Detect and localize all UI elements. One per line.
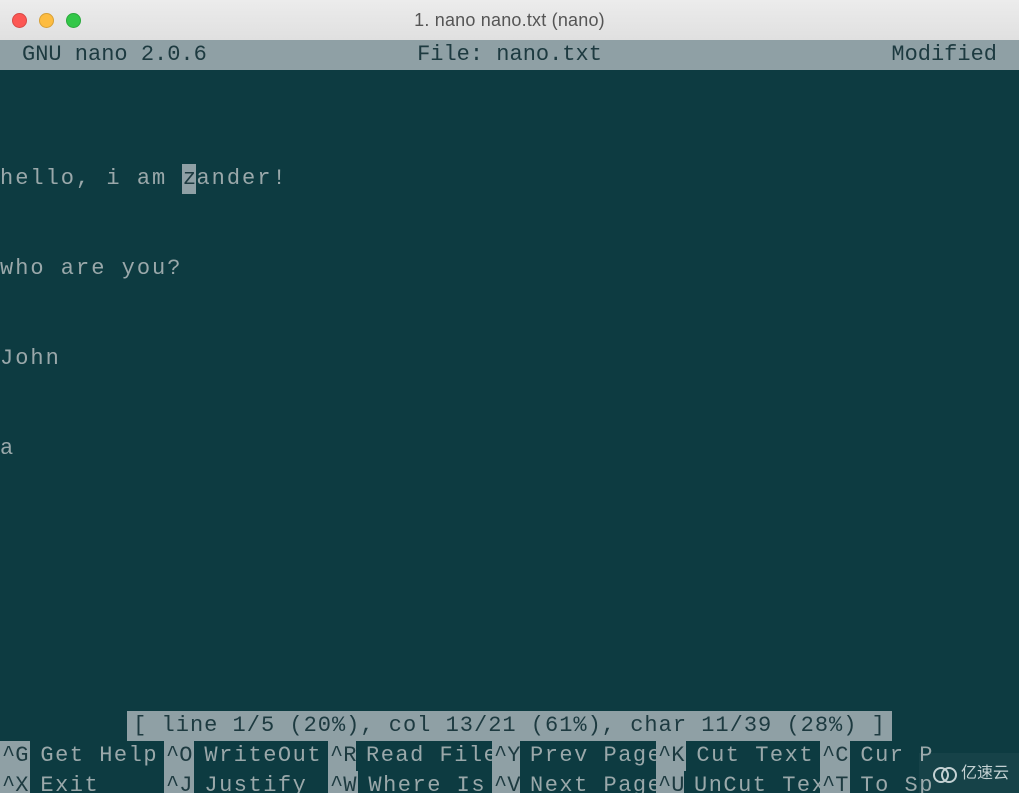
help-item-prev-page[interactable]: ^YPrev Page (492, 741, 656, 771)
shortcut-label: Exit (30, 771, 99, 793)
shortcut-key: ^W (328, 771, 358, 793)
window-titlebar: 1. nano nano.txt (nano) (0, 0, 1019, 40)
cloud-icon (933, 767, 955, 781)
shortcut-label: UnCut Text (684, 771, 820, 793)
terminal-pane[interactable]: GNU nano 2.0.6 File: nano.txt Modified h… (0, 40, 1019, 793)
close-icon[interactable] (12, 13, 27, 28)
shortcut-key: ^R (328, 741, 356, 771)
editor-line[interactable]: who are you? (0, 254, 1019, 284)
help-item-where-is[interactable]: ^WWhere Is (328, 771, 492, 793)
shortcut-key: ^K (656, 741, 686, 771)
help-item-uncut-text[interactable]: ^UUnCut Text (656, 771, 820, 793)
shortcut-key: ^T (820, 771, 850, 793)
help-item-read-file[interactable]: ^RRead File (328, 741, 492, 771)
nano-file-label: File: nano.txt (0, 40, 1019, 70)
shortcut-label: Prev Page (520, 741, 656, 771)
shortcut-key: ^X (0, 771, 30, 793)
editor-text: who are you? (0, 256, 182, 281)
help-item-writeout[interactable]: ^OWriteOut (164, 741, 328, 771)
shortcut-label: Cut Text (686, 741, 814, 771)
shortcut-key: ^V (492, 771, 520, 793)
editor-line[interactable]: a (0, 434, 1019, 464)
shortcut-key: ^G (0, 741, 30, 771)
editor-line[interactable]: hello, i am zander! (0, 164, 1019, 194)
help-item-cut-text[interactable]: ^KCut Text (656, 741, 820, 771)
zoom-icon[interactable] (66, 13, 81, 28)
shortcut-key: ^O (164, 741, 194, 771)
nano-bottom-area: [ line 1/5 (20%), col 13/21 (61%), char … (0, 711, 1019, 793)
shortcut-label: Next Page (520, 771, 656, 793)
shortcut-label: Get Help (30, 741, 158, 771)
shortcut-label: Justify (194, 771, 307, 793)
watermark: 亿速云 (919, 753, 1019, 793)
text-cursor: z (182, 164, 196, 194)
minimize-icon[interactable] (39, 13, 54, 28)
traffic-lights (12, 13, 81, 28)
shortcut-label: WriteOut (194, 741, 322, 771)
help-row-1: ^GGet Help ^OWriteOut ^RRead File ^YPrev… (0, 741, 1019, 771)
help-row-2: ^XExit ^JJustify ^WWhere Is ^VNext Page … (0, 771, 1019, 793)
status-line: [ line 1/5 (20%), col 13/21 (61%), char … (0, 711, 1019, 741)
shortcut-key: ^U (656, 771, 684, 793)
help-item-exit[interactable]: ^XExit (0, 771, 164, 793)
watermark-text: 亿速云 (961, 759, 1009, 789)
editor-content[interactable]: hello, i am zander! who are you? John a (0, 104, 1019, 524)
help-item-justify[interactable]: ^JJustify (164, 771, 328, 793)
editor-text: a (0, 436, 15, 461)
editor-text: ander! (196, 166, 287, 191)
nano-header-bar: GNU nano 2.0.6 File: nano.txt Modified (0, 40, 1019, 70)
editor-line[interactable]: John (0, 344, 1019, 374)
help-item-next-page[interactable]: ^VNext Page (492, 771, 656, 793)
shortcut-key: ^Y (492, 741, 520, 771)
help-item-get-help[interactable]: ^GGet Help (0, 741, 164, 771)
status-text: [ line 1/5 (20%), col 13/21 (61%), char … (127, 711, 892, 741)
editor-text: John (0, 346, 61, 371)
shortcut-label: Where Is (358, 771, 486, 793)
shortcut-label: Read File (356, 741, 492, 771)
editor-text: hello, i am (0, 166, 182, 191)
window-title: 1. nano nano.txt (nano) (0, 10, 1019, 31)
shortcut-key: ^J (164, 771, 194, 793)
shortcut-key: ^C (820, 741, 850, 771)
